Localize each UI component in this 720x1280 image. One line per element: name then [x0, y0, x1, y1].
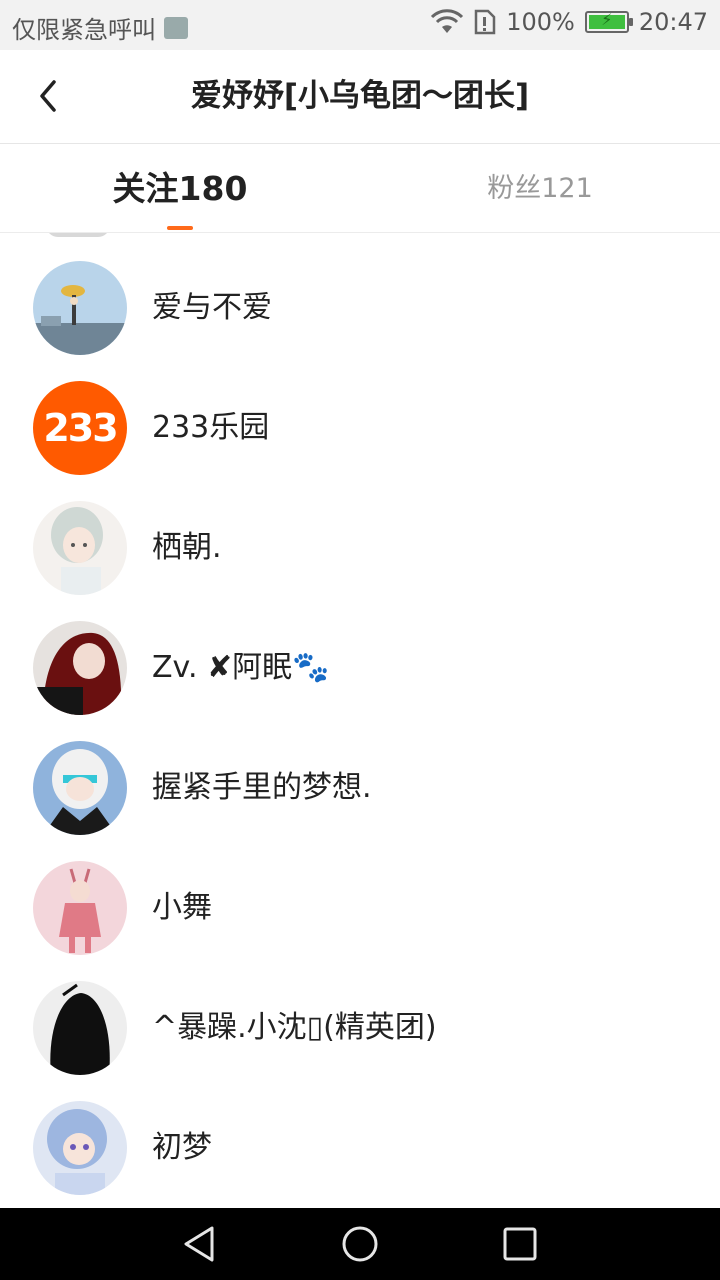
nav-back-icon[interactable]: [178, 1224, 222, 1264]
nav-recents-icon[interactable]: [498, 1224, 542, 1264]
list-item[interactable]: 初梦: [0, 1073, 720, 1195]
carrier-text: 仅限紧急呼叫: [12, 16, 156, 44]
status-right: 100% ⚡ 20:47: [430, 8, 708, 36]
system-nav-bar: [0, 1208, 720, 1280]
user-name: 小舞: [152, 890, 212, 925]
tab-following[interactable]: 关注180: [0, 144, 360, 232]
sim-alert-icon: [474, 9, 496, 35]
battery-icon: ⚡: [584, 10, 633, 33]
user-name: 233乐园: [152, 410, 270, 445]
avatar: [33, 861, 127, 955]
follow-list: 爱与不爱 233 233乐园 栖朝. Zv. ✘阿眠🐾 握紧手里的梦想. 小舞 …: [0, 233, 720, 1208]
avatar: [33, 741, 127, 835]
list-item[interactable]: 233 233乐园: [0, 353, 720, 475]
wifi-icon: [431, 9, 464, 33]
list-item[interactable]: 握紧手里的梦想.: [0, 713, 720, 835]
app-header: 爱妤妤[小乌龟团～团长]: [0, 50, 720, 144]
avatar: [33, 1101, 127, 1195]
clock: 20:47: [638, 8, 708, 36]
user-name: 栖朝.: [152, 530, 222, 565]
list-item[interactable]: 栖朝.: [0, 473, 720, 595]
battery-percent: 100%: [506, 8, 575, 36]
user-name: 爱与不爱: [152, 290, 272, 325]
user-name: Zv. ✘阿眠🐾: [152, 650, 330, 685]
list-item[interactable]: ^暴躁.小沈▯(精英团): [0, 953, 720, 1075]
list-item[interactable]: 小舞: [0, 833, 720, 955]
tab-followers[interactable]: 粉丝121: [360, 144, 720, 232]
status-bar: 仅限紧急呼叫 100% ⚡ 20:47: [0, 0, 720, 50]
image-notification-icon: [164, 16, 188, 39]
avatar: 233: [33, 381, 127, 475]
page-title: 爱妤妤[小乌龟团～团长]: [190, 78, 530, 114]
active-tab-indicator: [167, 226, 193, 230]
nav-home-icon[interactable]: [338, 1224, 382, 1264]
avatar: [33, 501, 127, 595]
avatar-text: 233: [43, 406, 118, 450]
user-name: 握紧手里的梦想.: [152, 770, 372, 805]
list-item[interactable]: 爱与不爱: [0, 233, 720, 355]
avatar: [33, 261, 127, 355]
avatar: [33, 981, 127, 1075]
user-name: ^暴躁.小沈▯(精英团): [152, 1010, 437, 1045]
status-left: 仅限紧急呼叫: [12, 10, 188, 45]
back-arrow-icon[interactable]: [30, 76, 70, 116]
avatar: [33, 621, 127, 715]
list-item[interactable]: Zv. ✘阿眠🐾: [0, 593, 720, 715]
user-name: 初梦: [152, 1130, 212, 1165]
tab-bar: 关注180 粉丝121: [0, 144, 720, 233]
